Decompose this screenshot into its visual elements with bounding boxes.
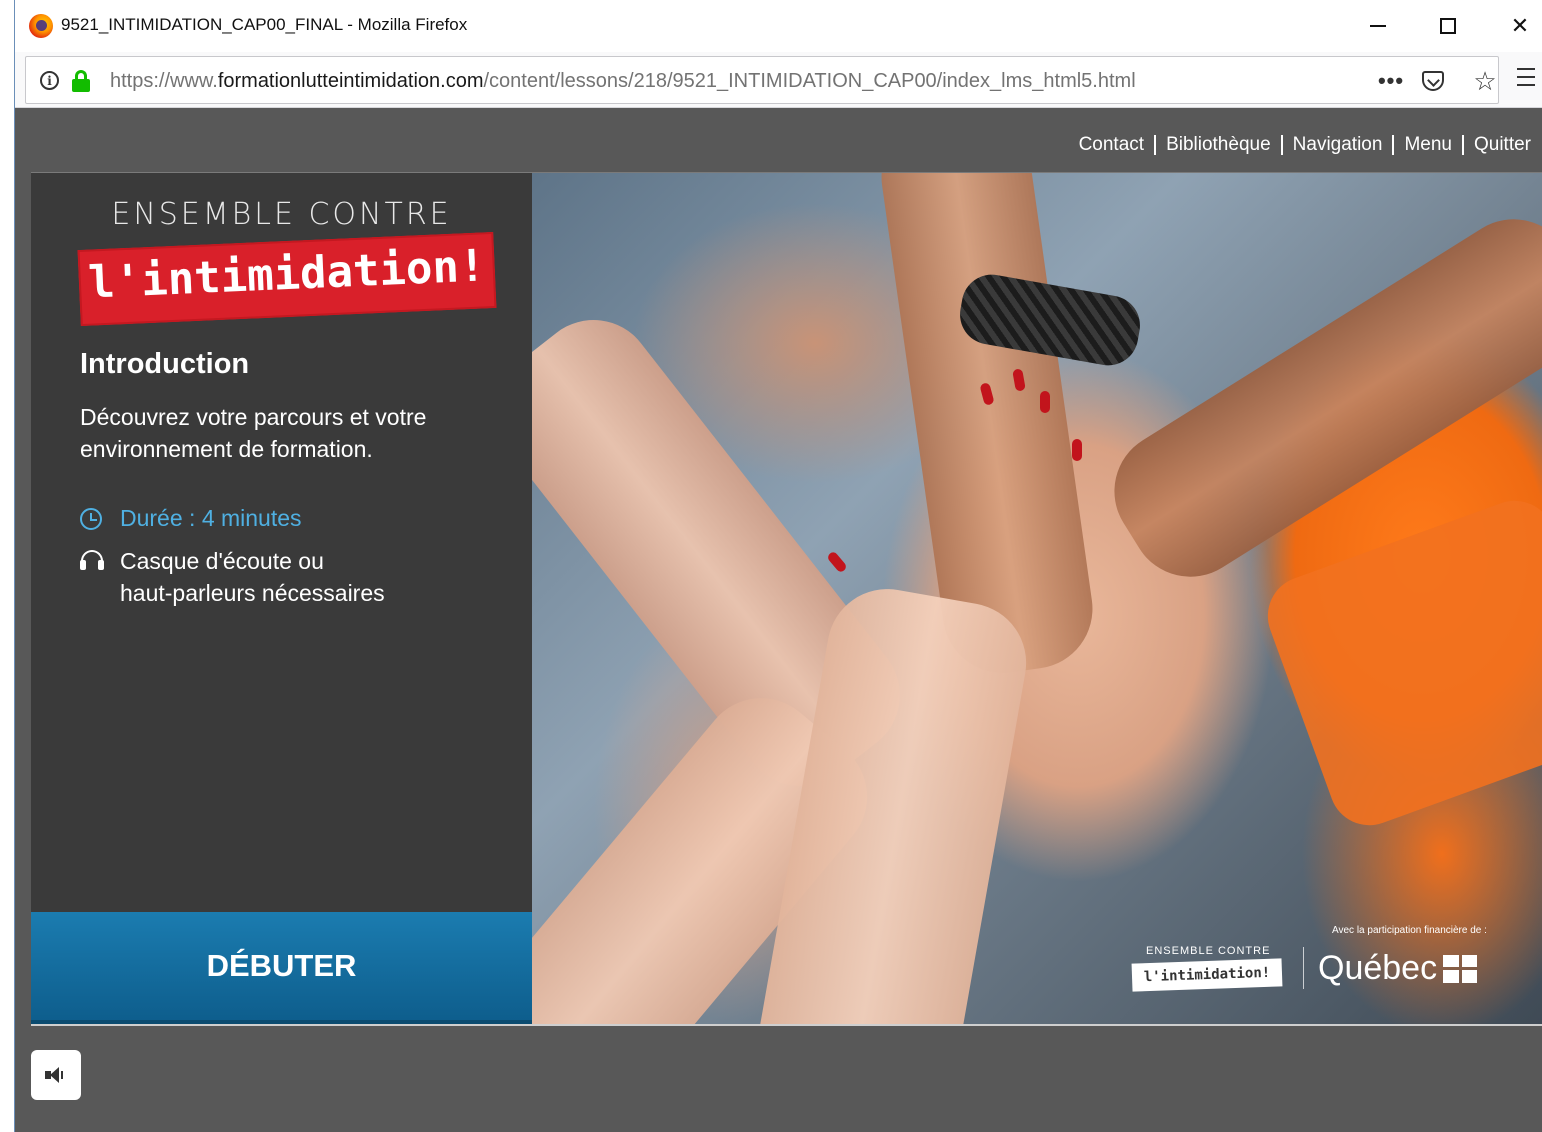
lesson-requirement: Casque d'écoute ou haut-parleurs nécessa…: [80, 545, 385, 609]
quebec-logo: Québec: [1318, 949, 1478, 988]
logo-separator: [1303, 947, 1304, 989]
nav-separator: [1280, 135, 1283, 155]
requirement-line-1: Casque d'écoute ou: [120, 548, 324, 574]
nav-navigation[interactable]: Navigation: [1293, 134, 1383, 156]
brand-stamp-logo: l'intimidation!: [77, 231, 497, 327]
url-path: /content/lessons/218/9521_INTIMIDATION_C…: [483, 70, 1136, 92]
quebec-wordmark: Québec: [1318, 949, 1438, 987]
course-player: Contact Bibliothèque Navigation Menu Qui…: [15, 108, 1542, 1132]
nav-bibliotheque[interactable]: Bibliothèque: [1166, 134, 1271, 156]
nav-separator: [1461, 135, 1464, 155]
nav-contact[interactable]: Contact: [1079, 134, 1144, 156]
browser-window: 9521_INTIMIDATION_CAP00_FINAL - Mozilla …: [14, 0, 1542, 1132]
hands-together-photo: Avec la participation financière de : EN…: [532, 173, 1542, 1024]
url-text[interactable]: https://www.formationlutteintimidation.c…: [110, 70, 1136, 93]
audio-toggle-button[interactable]: [31, 1050, 81, 1100]
maximize-button[interactable]: [1425, 8, 1471, 44]
lesson-duration: Durée : 4 minutes: [80, 505, 302, 532]
maximize-icon: [1440, 18, 1456, 34]
speaker-icon: [45, 1066, 67, 1084]
mini-logo-stamp: l'intimidation!: [1131, 958, 1283, 992]
brand-heading: ENSEMBLE CONTRE: [111, 197, 452, 232]
duration-text: Durée : 4 minutes: [120, 505, 302, 531]
requirement-text: Casque d'écoute ou haut-parleurs nécessa…: [120, 545, 385, 609]
requirement-line-2: haut-parleurs nécessaires: [120, 580, 385, 606]
lesson-title: Introduction: [80, 348, 250, 380]
minimize-icon: [1370, 25, 1386, 27]
bottom-divider: [31, 1024, 1542, 1026]
info-icon[interactable]: i: [40, 71, 59, 90]
url-prefix: https://www.: [110, 70, 218, 92]
bookmark-star-icon[interactable]: ☆: [1470, 66, 1500, 96]
firefox-logo-icon: [29, 14, 53, 38]
window-title: 9521_INTIMIDATION_CAP00_FINAL - Mozilla …: [61, 15, 468, 34]
nav-separator: [1392, 135, 1395, 155]
minimize-button[interactable]: [1355, 8, 1401, 44]
nav-separator: [1154, 135, 1157, 155]
intro-panel: ENSEMBLE CONTRE l'intimidation! Introduc…: [31, 173, 532, 1024]
clock-icon: [80, 507, 102, 530]
lock-icon[interactable]: [71, 70, 91, 92]
hamburger-menu-icon[interactable]: [1517, 68, 1537, 86]
mini-logo-stamp-text: l'intimidation!: [1143, 964, 1271, 986]
pocket-icon[interactable]: [1418, 67, 1448, 95]
close-button[interactable]: ✕: [1497, 8, 1542, 44]
title-bar: 9521_INTIMIDATION_CAP00_FINAL - Mozilla …: [15, 0, 1542, 52]
course-top-nav: Contact Bibliothèque Navigation Menu Qui…: [1079, 134, 1531, 156]
headphones-icon: [80, 550, 104, 570]
funding-credit: Avec la participation financière de :: [1332, 925, 1487, 936]
start-button[interactable]: DÉBUTER: [31, 912, 532, 1024]
quebec-flag-icon: [1443, 954, 1478, 983]
address-bar[interactable]: i https://www.formationlutteintimidation…: [25, 56, 1499, 104]
nav-menu[interactable]: Menu: [1404, 134, 1452, 156]
mini-logo-heading: ENSEMBLE CONTRE: [1146, 945, 1271, 957]
slide-stage: ENSEMBLE CONTRE l'intimidation! Introduc…: [31, 173, 1542, 1024]
url-domain: formationlutteintimidation.com: [217, 70, 484, 92]
nav-quitter[interactable]: Quitter: [1474, 134, 1531, 156]
lesson-description: Découvrez votre parcours et votre enviro…: [80, 404, 427, 462]
close-icon: ✕: [1510, 13, 1530, 38]
page-actions-icon[interactable]: •••: [1376, 67, 1406, 95]
navigation-toolbar: i https://www.formationlutteintimidation…: [15, 52, 1542, 108]
brand-stamp-text: l'intimidation!: [87, 240, 487, 309]
